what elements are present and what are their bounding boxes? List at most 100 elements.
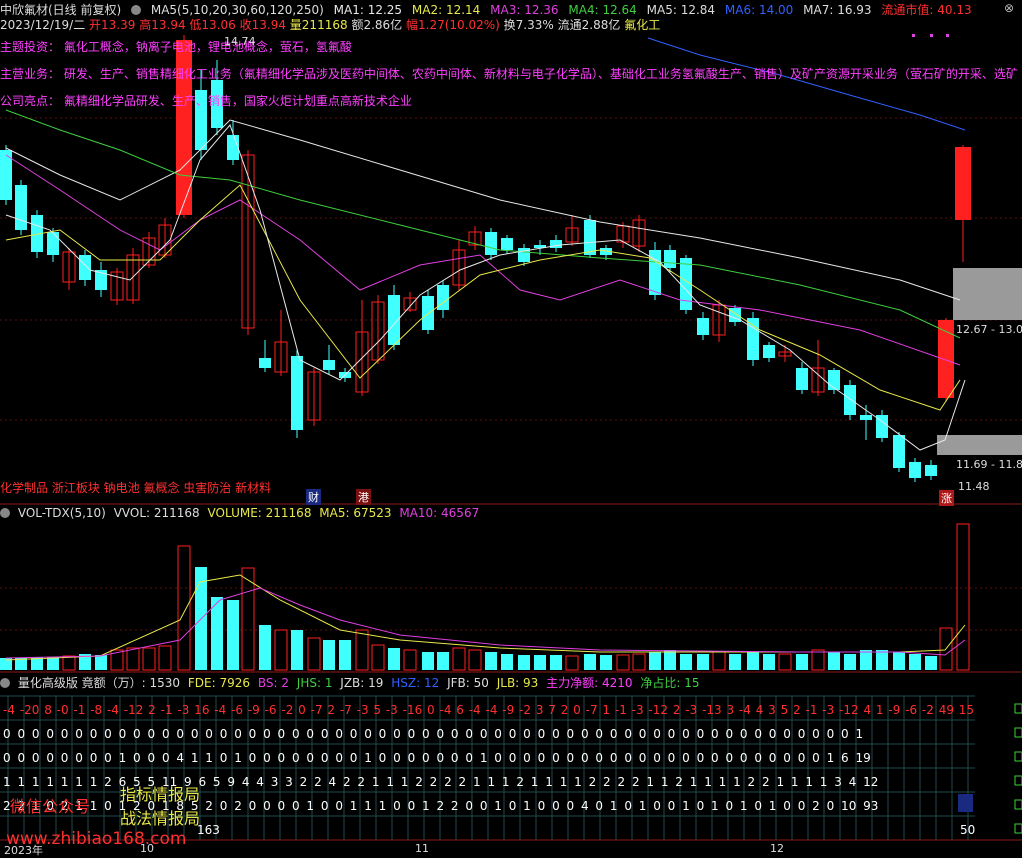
volume-bar	[355, 629, 369, 671]
resistance-zone	[953, 268, 1022, 320]
vol-name[interactable]: VOL-TDX(5,10)	[18, 506, 106, 520]
volume-bar	[763, 654, 775, 670]
concept-tags: 化学制品 浙江板块 钠电池 氟概念 虫害防治 新材料	[0, 481, 272, 495]
badge-limit-up[interactable]: 涨	[939, 490, 954, 506]
quant-settings-icon[interactable]	[0, 678, 10, 688]
signal-dot	[912, 34, 915, 37]
volume-bar	[211, 597, 223, 670]
candle-body	[501, 238, 513, 250]
ma-line-ma5	[5, 124, 966, 451]
quote-low: 低13.06	[189, 18, 236, 32]
ma6-value: MA6: 14.00	[724, 3, 794, 17]
volume-bar	[860, 650, 872, 670]
quant-fde: FDE: 7926	[187, 676, 250, 690]
volume-bar	[388, 648, 400, 670]
settings-icon[interactable]	[131, 5, 142, 15]
quote-vol: 量211168	[289, 18, 348, 32]
watermark-wechat: 微信公众号	[10, 797, 91, 816]
volume-bar	[584, 654, 596, 670]
price-low-label: 11.48	[958, 480, 990, 493]
volume-bar	[697, 654, 709, 670]
watermark-line1: 指标情报局	[120, 785, 201, 804]
zone-lower-label: 11.69 - 11.83	[956, 458, 1022, 471]
volume-bar	[893, 652, 905, 670]
xaxis-11: 11	[415, 842, 429, 855]
candle-body	[47, 232, 59, 255]
float-cap: 流通市值: 40.13	[881, 3, 972, 17]
volume-bar	[158, 645, 172, 671]
ma-label: MA5(5,10,20,30,60,120,250)	[150, 3, 324, 17]
badge-hk[interactable]: 港	[356, 489, 371, 505]
vol-ma5: MA5: 67523	[319, 506, 392, 520]
ma3-value: MA3: 12.36	[490, 3, 559, 17]
volume-bar	[565, 655, 579, 671]
quant-jlb: JLB: 93	[496, 676, 539, 690]
volume-bar	[468, 649, 482, 671]
ma-line-green	[5, 109, 961, 339]
quote-turnover: 换7.33%	[503, 18, 554, 32]
quant-name[interactable]: 量化高级版 竟额（万）: 1530	[18, 676, 180, 690]
candle-body	[893, 435, 905, 468]
volume-bar	[126, 647, 140, 671]
quote-date: 2023/12/19/二	[0, 18, 86, 32]
volume-settings-icon[interactable]	[0, 508, 10, 518]
quote-float: 流通2.88亿	[557, 18, 621, 32]
badge-finance[interactable]: 财	[306, 489, 321, 505]
volume-bar	[422, 652, 434, 670]
volume-bar	[664, 650, 676, 670]
volume-bar	[227, 600, 239, 670]
volume-bar	[485, 652, 497, 670]
ma4-value: MA4: 12.64	[568, 3, 637, 17]
candle-body	[925, 465, 937, 476]
vol-ma10: MA10: 46567	[399, 506, 480, 520]
collapse-icon[interactable]: ⊗	[1004, 1, 1014, 15]
volume-bar	[274, 629, 288, 671]
volume-bar	[778, 653, 792, 671]
quant-jhs: JHS: 1	[296, 676, 333, 690]
candle-body	[15, 185, 27, 230]
candle-body	[584, 220, 596, 255]
quote-amount: 额2.86亿	[351, 18, 403, 32]
xaxis-12: 12	[770, 842, 784, 855]
candle-body	[485, 232, 497, 255]
zone-upper-label: 12.67 - 13.06	[956, 323, 1022, 336]
volume-bar	[876, 650, 888, 670]
candle-body	[909, 462, 921, 478]
grid-marker	[1014, 823, 1022, 834]
vol-vvol: VVOL: 211168	[113, 506, 200, 520]
xaxis-10: 10	[140, 842, 154, 855]
ma5-value: MA5: 12.84	[646, 3, 716, 17]
volume-bar	[712, 651, 726, 671]
quant-jfb: JFB: 50	[447, 676, 489, 690]
quant-hsz: HSZ: 12	[391, 676, 440, 690]
volume-bar	[828, 652, 840, 670]
grid-marker	[1014, 751, 1022, 762]
candle-body	[844, 385, 856, 415]
volume-bar	[323, 640, 335, 670]
volume-header: VOL-TDX(5,10) VVOL: 211168 VOLUME: 21116…	[0, 506, 479, 520]
quote-high: 高13.94	[139, 18, 186, 32]
candle-body	[860, 415, 872, 420]
candle-body	[79, 255, 91, 280]
volume-bar	[747, 652, 759, 670]
volume-bar	[307, 637, 321, 671]
price-high-label: 14.74	[224, 35, 256, 48]
candle-body	[664, 250, 676, 268]
ma-line-yellow	[5, 184, 961, 411]
quant-bs: BS: 2	[257, 676, 289, 690]
volume-bar	[62, 655, 76, 671]
grid-last-value: 50	[960, 823, 976, 837]
volume-bar	[680, 654, 692, 670]
grid-row-1: -4 -20 8 -0 -1 -8 -4 -12 2 -1 -3 16 -4 -…	[3, 703, 975, 717]
stock-title[interactable]: 中欣氟材(日线 前复权)	[0, 3, 121, 17]
volume-bar	[729, 654, 741, 670]
volume-bar	[811, 649, 825, 671]
ma7-value: MA7: 16.93	[803, 3, 872, 17]
grid-row-2: 0 0 0 0 0 0 0 0 0 0 0 0 0 0 0 0 0 0 0 0 …	[3, 727, 864, 741]
signal-dot	[930, 34, 933, 37]
volume-bar	[632, 653, 646, 671]
watermark-line2: 战法情报局	[120, 809, 201, 828]
volume-bar	[616, 654, 630, 671]
ma-line-blue	[647, 37, 966, 131]
ma1-value: MA1: 12.25	[333, 3, 403, 17]
